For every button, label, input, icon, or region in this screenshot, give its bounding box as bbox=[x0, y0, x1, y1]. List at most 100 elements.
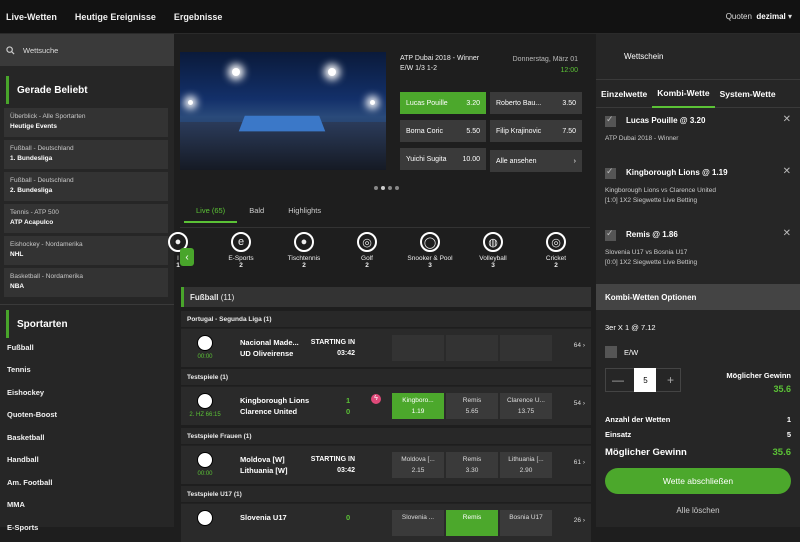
live-stats-icon[interactable]: ϟ bbox=[371, 394, 381, 404]
bet-checkbox[interactable] bbox=[605, 114, 616, 127]
sport-filter[interactable]: ◎ Cricket 2 bbox=[526, 232, 586, 269]
sport-filter[interactable]: ◯ Snooker & Pool 3 bbox=[400, 232, 460, 269]
sidebar-sport-item[interactable]: Fußball bbox=[0, 336, 174, 359]
bet-checkbox[interactable] bbox=[605, 166, 616, 179]
bet-market: [1:0] 1X2 Siegwette Live Betting bbox=[605, 197, 698, 204]
match-odd-button[interactable]: Remis bbox=[446, 510, 498, 536]
clear-all-link[interactable]: Alle löschen bbox=[596, 506, 800, 515]
search-input[interactable]: Wettsuche bbox=[23, 46, 58, 55]
tab-system-bet[interactable]: System-Wette bbox=[715, 80, 781, 108]
match-odd-button[interactable]: Kingboro... 1.19 bbox=[392, 393, 444, 419]
tab-single-bet[interactable]: Einzelwette bbox=[596, 80, 652, 108]
bet-event: Slovenia U17 vs Bosnia U17 bbox=[605, 249, 688, 256]
tab-soon[interactable]: Bald bbox=[237, 202, 276, 223]
sidebar-sport-item[interactable]: Quoten-Boost bbox=[0, 404, 174, 427]
featured-odd-button[interactable]: Yuichi Sugita 10.00 bbox=[400, 148, 486, 170]
match-teams: Kingborough Lions Clarence United bbox=[240, 395, 309, 417]
stake-input[interactable]: 5 bbox=[634, 368, 657, 392]
featured-odd-button[interactable]: Filip Krajinovic 7.50 bbox=[490, 120, 582, 142]
popular-item[interactable]: Fußball - Deutschland 2. Bundesliga bbox=[4, 172, 168, 201]
match-status: STARTING IN 03:42 bbox=[307, 337, 355, 359]
chevron-right-icon: › bbox=[581, 342, 585, 349]
sport-filter[interactable]: e E-Sports 2 bbox=[211, 232, 271, 269]
stake-stepper[interactable]: — 5 + bbox=[605, 368, 681, 392]
sidebar-sport-item[interactable]: Tennis bbox=[0, 359, 174, 382]
match-row[interactable]: 2. HZ 66:15 Kingborough Lions Clarence Uni… bbox=[181, 386, 591, 425]
match-odd-button[interactable]: Bosnia U17 bbox=[500, 510, 552, 536]
league-header[interactable]: Fußball (11) bbox=[181, 287, 591, 307]
sidebar-sport-item[interactable]: Handball bbox=[0, 449, 174, 472]
popular-item[interactable]: Fußball - Deutschland 1. Bundesliga bbox=[4, 140, 168, 169]
sport-filter[interactable]: ◍ Volleyball 3 bbox=[463, 232, 523, 269]
popular-item-title: NBA bbox=[10, 283, 25, 290]
sidebar-sport-item[interactable]: Am. Football bbox=[0, 471, 174, 494]
featured-subtitle: E/W 1/3 1-2 bbox=[400, 65, 437, 72]
nav-live-betting[interactable]: Live-Wetten bbox=[6, 12, 57, 22]
search-bar[interactable]: Wettsuche bbox=[0, 34, 174, 66]
more-markets-link[interactable]: 64 › bbox=[574, 342, 585, 349]
category-header[interactable]: Testspiele (1) bbox=[181, 369, 591, 385]
match-odd-button[interactable]: Remis 5.65 bbox=[446, 393, 498, 419]
match-score: 10 bbox=[346, 395, 350, 417]
featured-event-image bbox=[180, 52, 386, 170]
match-odd-button[interactable]: Lithuania [... 2.90 bbox=[500, 452, 552, 478]
tab-highlights[interactable]: Highlights bbox=[276, 202, 333, 223]
sidebar-sport-item[interactable]: E-Sports bbox=[0, 516, 174, 539]
sport-filter[interactable]: ● Tischtennis 2 bbox=[274, 232, 334, 269]
match-row[interactable]: 00:00 Moldova [W] Lithuania [W] STARTING IN… bbox=[181, 445, 591, 484]
place-bet-button[interactable]: Wette abschließen bbox=[605, 468, 791, 494]
sidebar-sport-item[interactable]: Eishockey bbox=[0, 381, 174, 404]
sport-filter-count: 3 bbox=[491, 262, 495, 269]
popular-item[interactable]: Basketball - Nordamerika NBA bbox=[4, 268, 168, 297]
possible-win-label: Möglicher Gewinn bbox=[726, 371, 791, 380]
popular-item[interactable]: Eishockey - Nordamerika NHL bbox=[4, 236, 168, 265]
tab-live[interactable]: Live (65) bbox=[184, 202, 238, 223]
tab-combo-bet[interactable]: Kombi-Wette bbox=[652, 80, 715, 108]
featured-odd-button[interactable]: Borna Coric 5.50 bbox=[400, 120, 486, 142]
more-markets-link[interactable]: 54 › bbox=[574, 400, 585, 407]
combo-summary: 3er X 1 @ 7.12 bbox=[605, 323, 656, 332]
match-status-label: STARTING IN bbox=[310, 456, 355, 463]
more-markets-link[interactable]: 61 › bbox=[574, 459, 585, 466]
nav-today-events[interactable]: Heutige Ereignisse bbox=[75, 12, 156, 22]
more-markets-count: 61 bbox=[573, 459, 582, 466]
match-row[interactable]: Slovenia U17 0 Slovenia ... Remis Bosnia U17… bbox=[181, 503, 591, 542]
sport-filter[interactable]: ◎ Golf 2 bbox=[337, 232, 397, 269]
close-icon[interactable]: ✕ bbox=[783, 166, 791, 177]
category-header[interactable]: Testspiele U17 (1) bbox=[181, 486, 591, 502]
featured-odd-button[interactable]: Roberto Bau... 3.50 bbox=[490, 92, 582, 114]
close-icon[interactable]: ✕ bbox=[783, 114, 791, 125]
total-win-value: 35.6 bbox=[772, 447, 792, 458]
sport-filter-partial[interactable]: ● l1 bbox=[148, 232, 208, 269]
odds-format-label: Quoten bbox=[725, 12, 752, 21]
match-row[interactable]: 00:00 Nacional Made... UD Oliveirense START… bbox=[181, 328, 591, 367]
featured-odd-button[interactable]: Lucas Pouille 3.20 bbox=[400, 92, 486, 114]
carousel-prev-button[interactable]: ‹ bbox=[180, 248, 194, 266]
category-header[interactable]: Testspiele Frauen (1) bbox=[181, 428, 591, 444]
sidebar-sport-item[interactable]: Basketball bbox=[0, 426, 174, 449]
match-odd-button[interactable]: Remis 3.30 bbox=[446, 452, 498, 478]
away-team: Clarence United bbox=[240, 407, 298, 416]
match-odd-button[interactable]: Moldova [... 2.15 bbox=[392, 452, 444, 478]
featured-time: 12:00 bbox=[560, 67, 578, 74]
see-all-button[interactable]: Alle ansehen › bbox=[490, 150, 582, 172]
match-odd-button[interactable]: Slovenia ... bbox=[392, 510, 444, 536]
ew-checkbox[interactable] bbox=[605, 346, 617, 358]
close-icon[interactable]: ✕ bbox=[783, 228, 791, 239]
popular-item[interactable]: Tennis - ATP 500 ATP Acapulco bbox=[4, 204, 168, 233]
popular-item[interactable]: Überblick - Alle Sportarten Heutige Event… bbox=[4, 108, 168, 137]
more-markets-count: 64 bbox=[573, 342, 582, 349]
bet-checkbox[interactable] bbox=[605, 228, 616, 241]
sidebar-sport-item[interactable]: MMA bbox=[0, 494, 174, 517]
match-odd-button[interactable]: Clarence U... 13.75 bbox=[500, 393, 552, 419]
category-header[interactable]: Portugal - Segunda Liga (1) bbox=[181, 311, 591, 327]
odd-player-name: Filip Krajinovic bbox=[496, 127, 542, 135]
ew-label: E/W bbox=[624, 348, 639, 357]
more-markets-link[interactable]: 26 › bbox=[574, 517, 585, 524]
nav-results[interactable]: Ergebnisse bbox=[174, 12, 223, 22]
odds-format-selector[interactable]: Quoten dezimal ▾ bbox=[726, 12, 792, 21]
minus-icon[interactable]: — bbox=[612, 373, 624, 387]
plus-icon[interactable]: + bbox=[667, 373, 674, 387]
chevron-left-icon: ‹ bbox=[185, 251, 189, 263]
carousel-dots[interactable] bbox=[374, 186, 399, 190]
